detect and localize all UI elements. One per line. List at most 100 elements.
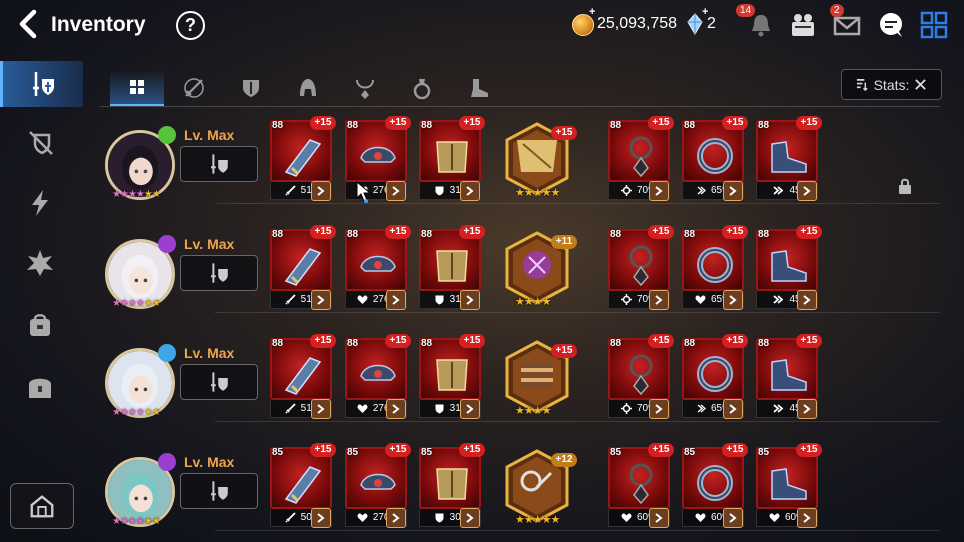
gear-slot-weapon[interactable]: 88 +15 515 <box>270 334 336 420</box>
element-ice-icon <box>158 344 176 362</box>
grid-menu-icon <box>920 11 948 39</box>
gear-slot-helmet[interactable]: 85 +15 2700 <box>345 443 411 529</box>
equip-button[interactable] <box>180 146 258 182</box>
gear-enhance-badge: +15 <box>385 334 411 348</box>
set-icon <box>649 508 669 528</box>
gear-slot-armor[interactable]: 88 +15 310 <box>419 116 485 202</box>
armor-icon <box>436 359 468 391</box>
notification-badge: 14 <box>736 4 756 17</box>
artifact-stars: ★★★★ <box>515 296 551 308</box>
stats-filter-button[interactable]: Stats: <box>841 69 942 100</box>
gear-slot-boots[interactable]: 88 +15 45 <box>756 225 822 311</box>
artifact-slot[interactable]: +15 ★★★★★ <box>505 122 577 199</box>
party-button[interactable] <box>788 10 820 40</box>
helmet-icon <box>360 146 396 163</box>
tab-all[interactable] <box>110 70 164 106</box>
boots-icon <box>771 250 807 282</box>
tab-necklace[interactable] <box>338 70 392 106</box>
tab-weapon[interactable] <box>167 70 221 106</box>
equip-button[interactable] <box>180 364 258 400</box>
defense-icon <box>435 186 444 196</box>
ring-icon <box>697 138 733 174</box>
crit-damage-icon <box>697 404 706 413</box>
gear-level: 88 <box>272 120 284 131</box>
gear-enhance-badge: +15 <box>310 116 336 130</box>
gear-slot-necklace[interactable]: 85 +15 60% <box>608 443 674 529</box>
set-icon <box>311 290 331 310</box>
gear-enhance-badge: +15 <box>310 443 336 457</box>
health-icon <box>695 295 706 304</box>
gear-slot-helmet[interactable]: 88 +15 2765 <box>345 334 411 420</box>
gear-slot-necklace[interactable]: 88 +15 70% <box>608 116 674 202</box>
boots-icon <box>771 359 807 391</box>
help-button[interactable]: ? <box>176 11 205 40</box>
mail-button[interactable]: 2 <box>830 4 864 40</box>
armor-icon <box>436 468 468 500</box>
boots-icon <box>471 79 488 97</box>
notification-button[interactable]: 14 <box>736 4 778 40</box>
health-icon <box>769 513 780 522</box>
set-icon <box>460 290 480 310</box>
filter-icon <box>856 79 868 91</box>
gear-slot-armor[interactable]: 88 +15 310 <box>419 225 485 311</box>
gear-slot-boots[interactable]: 88 +15 45 <box>756 334 822 420</box>
gear-slot-weapon[interactable]: 88 +15 515 <box>270 116 336 202</box>
set-icon <box>797 508 817 528</box>
gear-slot-helmet[interactable]: 88 +15 2765 <box>345 116 411 202</box>
crossed-swords-icon <box>915 79 927 90</box>
gear-slot-necklace[interactable]: 88 +15 70% <box>608 334 674 420</box>
gear-level: 88 <box>684 229 696 240</box>
tab-helmet[interactable] <box>281 70 335 106</box>
set-icon <box>723 181 743 201</box>
tab-ring[interactable] <box>395 70 449 106</box>
attack-icon <box>285 403 296 414</box>
gear-level: 88 <box>421 120 433 131</box>
set-icon <box>311 508 331 528</box>
grid-icon <box>130 80 144 94</box>
hero-level: Lv. Max <box>184 345 235 361</box>
gear-enhance-badge: +15 <box>648 334 674 348</box>
gear-slot-boots[interactable]: 88 +15 45 <box>756 116 822 202</box>
gear-enhance-badge: +15 <box>385 225 411 239</box>
gear-slot-ring[interactable]: 88 +15 65% <box>682 116 748 202</box>
gear-slot-armor[interactable]: 88 +15 310 <box>419 334 485 420</box>
artifact-slot[interactable]: +15 ★★★★ <box>505 340 577 417</box>
gear-enhance-badge: +15 <box>459 334 485 348</box>
row-divider <box>215 312 940 313</box>
equip-button[interactable] <box>180 473 258 509</box>
gear-slot-ring[interactable]: 88 +15 65% <box>682 334 748 420</box>
back-button[interactable] <box>14 9 44 39</box>
mail-badge: 2 <box>830 4 844 17</box>
element-earth-icon <box>158 126 176 144</box>
artifact-slot[interactable]: +12 ★★★★★ <box>505 449 577 526</box>
ring-icon <box>697 465 733 501</box>
crit-rate-icon <box>620 185 632 196</box>
tab-armor[interactable] <box>224 70 278 106</box>
lock-icon[interactable] <box>898 178 912 194</box>
menu-grid-button[interactable] <box>919 10 951 40</box>
gear-level: 88 <box>421 229 433 240</box>
gear-slot-weapon[interactable]: 88 +15 515 <box>270 225 336 311</box>
sidebar-item-equipment[interactable] <box>0 61 83 107</box>
hero-stars: ★★★★★★ <box>112 516 161 527</box>
armor-icon <box>436 250 468 282</box>
artifact-slot[interactable]: +11 ★★★★ <box>505 231 577 308</box>
chat-button[interactable] <box>876 10 908 40</box>
hero-row: ★★★★★★ Lv. Max +15 ★★★★★ 88 +15 515 88 +… <box>0 116 964 220</box>
add-gold-icon[interactable]: + <box>589 6 595 18</box>
gear-slot-boots[interactable]: 85 +15 60% <box>756 443 822 529</box>
gear-slot-weapon[interactable]: 85 +15 500 <box>270 443 336 529</box>
gear-enhance-badge: +15 <box>459 443 485 457</box>
gear-slot-ring[interactable]: 88 +15 65% <box>682 225 748 311</box>
gear-slot-helmet[interactable]: 88 +15 2765 <box>345 225 411 311</box>
gear-slot-armor[interactable]: 85 +15 300 <box>419 443 485 529</box>
tab-boots[interactable] <box>452 70 506 106</box>
equip-button[interactable] <box>180 255 258 291</box>
page-title: Inventory <box>51 13 146 36</box>
attack-icon <box>285 512 296 523</box>
set-icon <box>797 399 817 419</box>
gear-slot-necklace[interactable]: 88 +15 70% <box>608 225 674 311</box>
gear-slot-ring[interactable]: 85 +15 60% <box>682 443 748 529</box>
crit-damage-icon <box>697 186 706 195</box>
gear-enhance-badge: +15 <box>459 225 485 239</box>
